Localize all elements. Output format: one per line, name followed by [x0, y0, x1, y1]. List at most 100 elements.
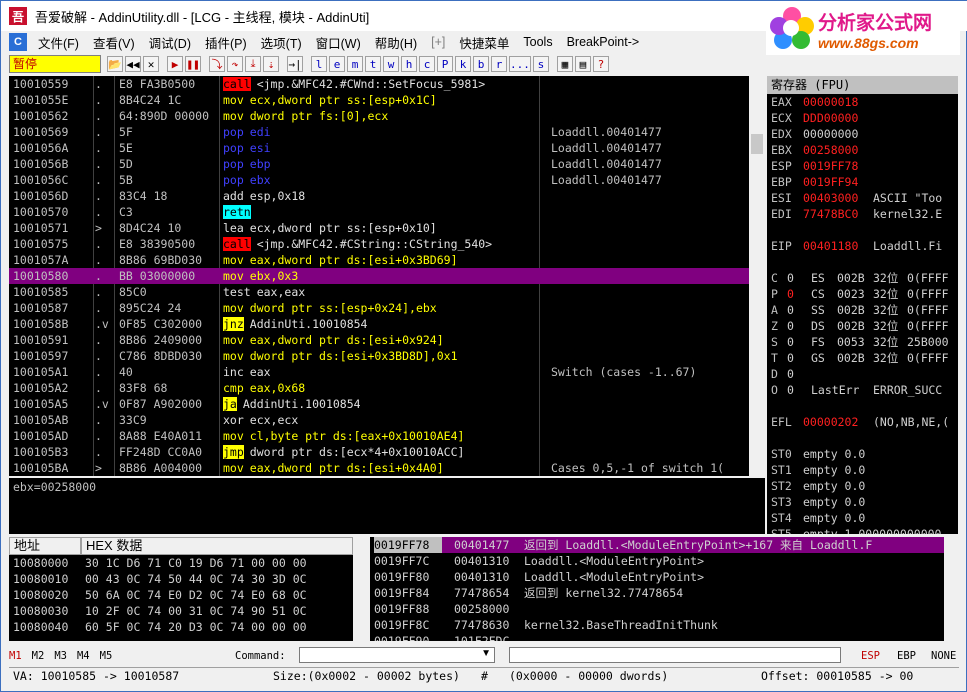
register-row[interactable]: ESP 0019FF78 — [767, 158, 958, 174]
fpu-row[interactable]: ST4 empty 0.0 — [767, 510, 958, 526]
instruction-row[interactable]: 1001056A. 5E pop esi Loaddll.00401477 — [9, 140, 749, 156]
menu-help[interactable]: 帮助(H) — [368, 33, 424, 52]
register-row[interactable]: EBP 0019FF94 — [767, 174, 958, 190]
instruction-row[interactable]: 100105AD. 8A88 E40A011 mov cl,byte ptr ds:[… — [9, 428, 749, 444]
fpu-row[interactable]: ST3 empty 0.0 — [767, 494, 958, 510]
flag-value[interactable]: 0 — [787, 270, 794, 286]
window-w-button[interactable]: w — [383, 56, 399, 72]
instruction-row[interactable]: 10010591. 8B86 2409000 mov eax,dword ptr ds… — [9, 332, 749, 348]
close-icon[interactable]: ✕ — [143, 56, 159, 72]
dump-col-hex[interactable]: HEX 数据 — [81, 537, 353, 555]
menu-breakpoint[interactable]: BreakPoint-> — [560, 35, 647, 49]
marker-m4[interactable]: M4 — [77, 650, 90, 662]
stack-row[interactable]: 0019FF7C 00401310 Loaddll.<ModuleEntryPoin… — [370, 553, 944, 569]
fpu-row[interactable]: ST1 empty 0.0 — [767, 462, 958, 478]
dump-row[interactable]: 10080030 10 2F 0C 74 00 31 0C 74 90 51 0C — [9, 603, 353, 619]
flag-value[interactable]: 0 — [787, 318, 794, 334]
dump-row[interactable]: 10080000 30 1C D6 71 C0 19 D6 71 00 00 00 — [9, 555, 353, 571]
stack-row[interactable]: 0019FF90 101F2FDC — [370, 633, 944, 641]
register-value[interactable]: 00000000 — [803, 126, 858, 142]
chevron-down-icon[interactable]: ▼ — [481, 648, 491, 659]
window-l-button[interactable]: l — [311, 56, 327, 72]
window-b-button[interactable]: b — [473, 56, 489, 72]
stack-esp-mode[interactable]: ESP — [861, 650, 880, 662]
instruction-row[interactable]: 10010571 >8D4C24 10 lea ecx,dword ptr ss:[e… — [9, 220, 749, 236]
instruction-row[interactable]: 100105AB. 33C9 xor ecx,ecx — [9, 412, 749, 428]
command-input[interactable]: ▼ — [299, 647, 495, 663]
instruction-row[interactable]: 10010587. 895C24 24 mov dword ptr ss:[esp+0… — [9, 300, 749, 316]
register-row[interactable]: EBX 00258000 — [767, 142, 958, 158]
instruction-row[interactable]: 1001055E. 8B4C24 1C mov ecx,dword ptr ss:[e… — [9, 92, 749, 108]
menu-shortcuts[interactable]: 快捷菜单 — [452, 33, 516, 52]
fpu-value[interactable]: empty 0.0 — [803, 462, 865, 478]
instruction-row[interactable]: 10010597. C786 8DBD030 mov dword ptr ds:[es… — [9, 348, 749, 364]
window-r-button[interactable]: r — [491, 56, 507, 72]
window-e-button[interactable]: e — [329, 56, 345, 72]
register-value[interactable]: DDD00000 — [803, 110, 858, 126]
instruction-row[interactable]: 1001056C. 5B pop ebx Loaddll.00401477 — [9, 172, 749, 188]
dump-col-address[interactable]: 地址 — [9, 537, 81, 555]
stack-row[interactable]: 0019FF80 00401310 Loaddll.<ModuleEntryPoin… — [370, 569, 944, 585]
command-result-field[interactable] — [509, 647, 841, 663]
register-row-efl[interactable]: EFL 00000202 (NO,NB,NE,( — [767, 414, 958, 430]
cpu-window-icon[interactable]: C — [9, 33, 27, 51]
window-p-button[interactable]: P — [437, 56, 453, 72]
disassembly-pane[interactable]: 10010559. E8 FA3B0500 call <jmp.&MFC42.#CWn… — [9, 76, 749, 476]
fpu-value[interactable]: empty 0.0 — [803, 510, 865, 526]
rewind-icon[interactable]: ◀◀ — [125, 56, 141, 72]
fpu-row[interactable]: ST0 empty 0.0 — [767, 446, 958, 462]
scroll-thumb[interactable] — [751, 134, 763, 154]
instruction-row[interactable]: 10010585. 85C0 test eax,eax — [9, 284, 749, 300]
instruction-row[interactable]: 1001058B .v 0F85 C302000 jnz AddinUti.100108… — [9, 316, 749, 332]
flag-row[interactable]: P 0 CS 0023 32位 0(FFFF — [767, 286, 958, 302]
pause-icon[interactable]: ❚❚ — [185, 56, 201, 72]
window-dots-button[interactable]: ... — [509, 56, 531, 72]
instruction-row[interactable]: 1001056B. 5D pop ebp Loaddll.00401477 — [9, 156, 749, 172]
window-k-button[interactable]: k — [455, 56, 471, 72]
register-value[interactable]: 77478BC0 — [803, 206, 858, 222]
layout-icon[interactable]: ▤ — [574, 56, 591, 72]
fpu-value[interactable]: empty 0.0 — [803, 446, 865, 462]
stack-ebp-mode[interactable]: EBP — [897, 650, 916, 662]
instruction-row[interactable]: 1001057A. 8B86 69BD030 mov eax,dword ptr ds… — [9, 252, 749, 268]
marker-m2[interactable]: M2 — [32, 650, 45, 662]
open-icon[interactable]: 📂 — [107, 56, 123, 72]
fpu-value[interactable]: empty 1.000000000000 — [803, 526, 941, 534]
stack-row[interactable]: 0019FF84 77478654 返回到 kernel32.77478654 — [370, 585, 944, 601]
trace-into-icon[interactable]: ⤓ — [245, 56, 261, 72]
flag-row[interactable]: S 0 FS 0053 32位 25B000 — [767, 334, 958, 350]
register-value[interactable]: 00403000 — [803, 190, 858, 206]
stack-row[interactable]: 0019FF8C 77478630 kernel32.BaseThreadInitT… — [370, 617, 944, 633]
register-row[interactable]: EAX 00000018 — [767, 94, 958, 110]
fpu-value[interactable]: empty 0.0 — [803, 478, 865, 494]
selected-instruction-row[interactable]: 10010580. BB 03000000 mov ebx,0x3 — [9, 268, 749, 284]
flag-row[interactable]: C 0 ES 002B 32位 0(FFFF — [767, 270, 958, 286]
instruction-row[interactable]: 100105BA >8B86 A004000 mov eax,dword ptr ds… — [9, 460, 749, 476]
menu-file[interactable]: 文件(F) — [31, 33, 86, 52]
register-row[interactable]: EDI 77478BC0 kernel32.E — [767, 206, 958, 222]
dump-row[interactable]: 10080040 60 5F 0C 74 20 D3 0C 74 00 00 00 — [9, 619, 353, 635]
marker-m1[interactable]: M1 — [9, 650, 22, 662]
register-row[interactable]: EDX 00000000 — [767, 126, 958, 142]
fpu-row[interactable]: ST5 empty 1.000000000000 — [767, 526, 958, 534]
disassembly-scrollbar[interactable] — [749, 76, 765, 476]
register-value[interactable]: 00000018 — [803, 94, 858, 110]
run-icon[interactable]: ▶ — [167, 56, 183, 72]
register-value[interactable]: 00401180 — [803, 238, 858, 254]
flag-row[interactable]: T 0 GS 002B 32位 0(FFFF — [767, 350, 958, 366]
register-value[interactable]: 00000202 — [803, 414, 858, 430]
dump-scrollbar[interactable] — [353, 537, 369, 641]
marker-m3[interactable]: M3 — [54, 650, 67, 662]
menu-debug[interactable]: 调试(D) — [142, 33, 198, 52]
marker-m5[interactable]: M5 — [100, 650, 113, 662]
window-m-button[interactable]: m — [347, 56, 363, 72]
window-t-button[interactable]: t — [365, 56, 381, 72]
stack-row-selected[interactable]: 0019FF78 00401477 返回到 Loaddll.<ModuleEntry… — [370, 537, 944, 553]
stack-pane[interactable]: 0019FF78 00401477 返回到 Loaddll.<ModuleEntry… — [370, 537, 944, 641]
flag-value[interactable]: 0 — [787, 334, 794, 350]
instruction-row[interactable]: 10010559. E8 FA3B0500 call <jmp.&MFC42.#CWn… — [9, 76, 749, 92]
flag-value[interactable]: 0 — [787, 366, 794, 382]
instruction-row[interactable]: 10010562. 64:890D 00000 mov dword ptr fs:[0… — [9, 108, 749, 124]
register-row[interactable]: ECX DDD00000 — [767, 110, 958, 126]
trace-over-icon[interactable]: ⇣ — [263, 56, 279, 72]
